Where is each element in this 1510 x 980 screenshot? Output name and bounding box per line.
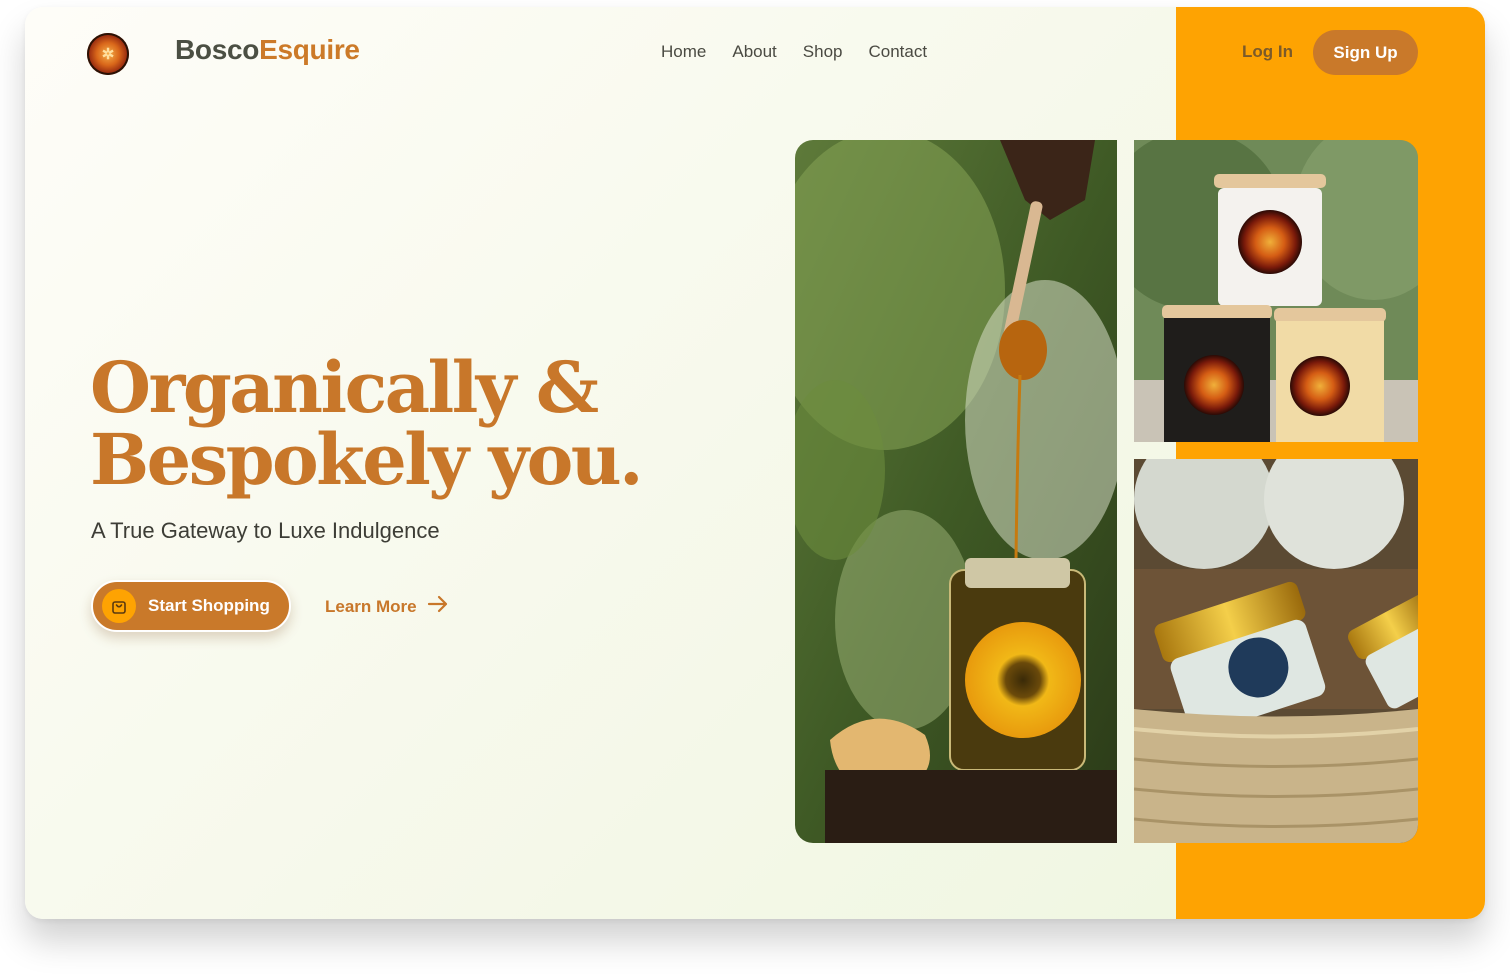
signup-button[interactable]: Sign Up [1313, 30, 1418, 75]
learn-more-label: Learn More [325, 596, 417, 616]
brand-name[interactable]: BoscoEsquire [175, 34, 360, 66]
nav-shop[interactable]: Shop [803, 42, 843, 62]
main-nav: Home About Shop Contact [661, 42, 927, 62]
start-shopping-label: Start Shopping [148, 596, 270, 615]
headline-line1: Organically & [90, 346, 599, 429]
login-link[interactable]: Log In [1242, 42, 1293, 62]
cream-jars-in-basket-photo [1134, 459, 1418, 843]
hero-subheadline: A True Gateway to Luxe Indulgence [91, 518, 440, 543]
stacked-candles-photo [1134, 140, 1418, 442]
nav-about[interactable]: About [732, 42, 776, 62]
hero-headline: Organically & Bespokely you. [90, 352, 710, 496]
shopping-bag-icon [102, 589, 136, 623]
arrow-right-icon [427, 595, 449, 618]
brand-name-part1: Bosco [175, 34, 260, 65]
nav-contact[interactable]: Contact [869, 42, 928, 62]
start-shopping-button[interactable]: Start Shopping [91, 580, 291, 632]
landing-page: ✲ BoscoEsquire Home About Shop Contact L… [25, 7, 1485, 919]
nav-home[interactable]: Home [661, 42, 706, 62]
brand-name-part2: Esquire [259, 34, 360, 65]
headline-line2: Bespokely you. [90, 418, 644, 501]
learn-more-link[interactable]: Learn More [325, 595, 449, 618]
honey-jar-with-dipper-photo [795, 140, 1117, 843]
bee-seal-logo-icon[interactable]: ✲ [87, 33, 129, 75]
